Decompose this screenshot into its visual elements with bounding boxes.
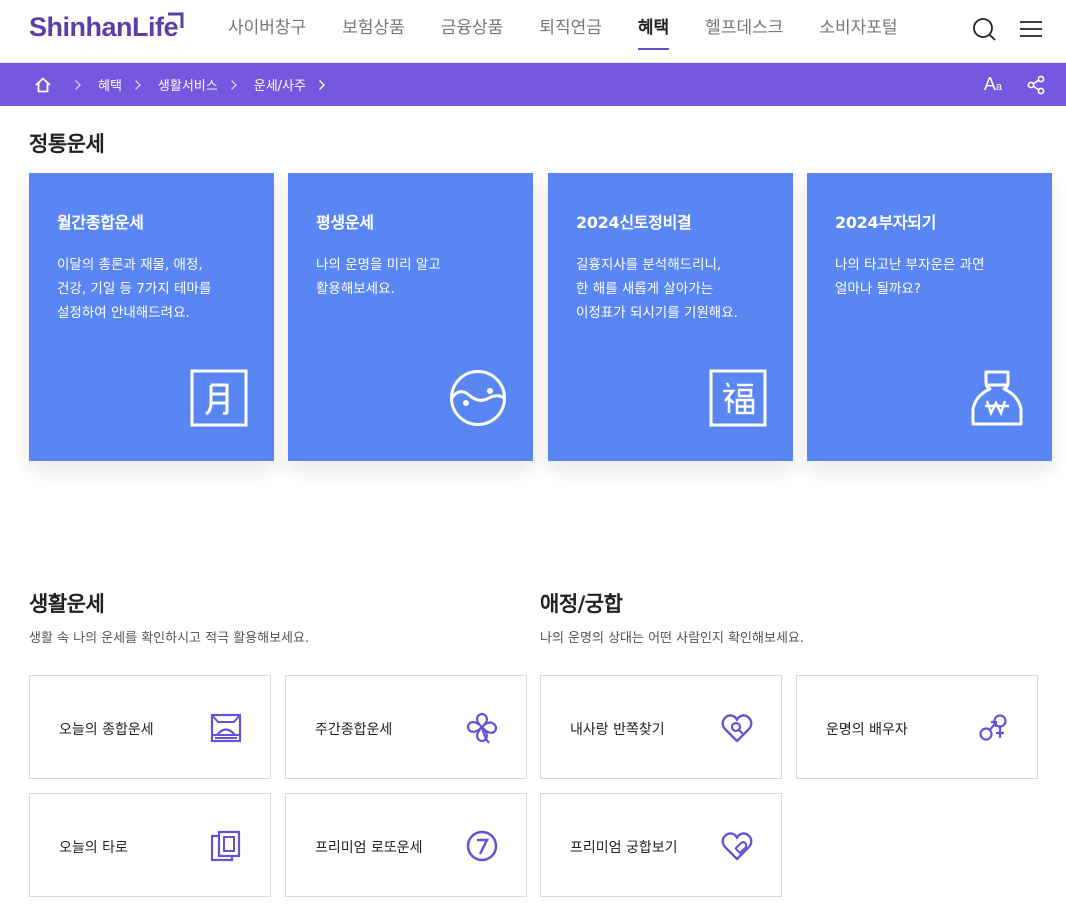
tile-destined-spouse[interactable]: 운명의 배우자 — [796, 675, 1038, 779]
nav-item-finance[interactable]: 금융상품 — [441, 0, 504, 63]
section-title-love: 애정/궁합 — [540, 592, 623, 616]
logo[interactable]: ShinhanLife — [29, 12, 179, 43]
site-header: ShinhanLife 사이버창구 보험상품 금융상품 퇴직연금 혜택 헬프데스… — [0, 0, 1066, 63]
section-title-life: 생활운세 — [29, 592, 105, 616]
breadcrumb-item-fortune[interactable]: 운세/사주 — [254, 75, 306, 94]
tile-premium-lotto[interactable]: 프리미엄 로또운세 — [285, 793, 527, 897]
tile-label: 오늘의 타로 — [59, 840, 128, 856]
money-bag-icon — [971, 370, 1023, 426]
card-title: 2024신토정비결 — [576, 213, 692, 232]
tile-today-tarot[interactable]: 오늘의 타로 — [29, 793, 271, 897]
card-title: 2024부자되기 — [835, 213, 937, 232]
tile-label: 프리미엄 궁합보기 — [570, 840, 678, 856]
nav-item-consumer-portal[interactable]: 소비자포털 — [819, 0, 897, 63]
fortune-character-icon — [709, 369, 767, 427]
section-title-traditional: 정통운세 — [29, 132, 105, 156]
search-icon[interactable] — [971, 16, 997, 42]
tile-weekly-fortune[interactable]: 주간종합운세 — [285, 675, 527, 779]
gender-symbol-icon — [979, 714, 1007, 741]
tile-find-other-half[interactable]: 내사랑 반쪽찾기 — [540, 675, 782, 779]
moon-character-icon — [190, 369, 248, 427]
nav-item-helpdesk[interactable]: 헬프데스크 — [705, 0, 783, 63]
font-size-button[interactable]: Aa — [984, 74, 1002, 95]
tile-label: 주간종합운세 — [315, 722, 393, 738]
chevron-right-icon — [75, 79, 81, 90]
card-lifetime-fortune[interactable]: 평생운세 나의 운명을 미리 알고 활용해보세요. — [288, 173, 533, 461]
tile-today-fortune[interactable]: 오늘의 종합운세 — [29, 675, 271, 779]
breadcrumb-item-life-service[interactable]: 생활서비스 — [158, 75, 218, 94]
lotto-ball-icon — [466, 830, 498, 862]
font-size-label-small: a — [995, 81, 1002, 93]
section-desc-life: 생활 속 나의 운세를 확인하시고 적극 활용해보세요. — [29, 631, 310, 646]
chevron-right-icon — [230, 79, 237, 90]
chevron-right-icon[interactable] — [316, 79, 328, 91]
heart-search-icon — [721, 714, 753, 743]
tile-label: 프리미엄 로또운세 — [315, 840, 423, 856]
card-title: 월간종합운세 — [57, 213, 144, 232]
card-monthly-fortune[interactable]: 월간종합운세 이달의 총론과 재물, 애정, 건강, 기일 등 7가지 테마를 … — [29, 173, 274, 461]
nav-item-pension[interactable]: 퇴직연금 — [539, 0, 602, 63]
nav-item-benefits[interactable]: 혜택 — [637, 0, 670, 63]
heart-check-icon — [721, 832, 753, 861]
card-desc: 나의 타고난 부자운은 과연 얼마나 될까요? — [835, 257, 985, 297]
breadcrumb-item-benefits[interactable]: 혜택 — [98, 75, 122, 94]
tile-label: 운명의 배우자 — [826, 722, 908, 738]
page-tools: Aa — [984, 63, 1046, 106]
tile-label: 오늘의 종합운세 — [59, 722, 154, 738]
nav-item-cyber-counter[interactable]: 사이버창구 — [228, 0, 306, 63]
tile-premium-compatibility[interactable]: 프리미엄 궁합보기 — [540, 793, 782, 897]
breadcrumb: 혜택 생활서비스 운세/사주 — [34, 63, 342, 106]
font-size-label: A — [983, 74, 996, 94]
card-get-rich[interactable]: 2024부자되기 나의 타고난 부자운은 과연 얼마나 될까요? — [807, 173, 1052, 461]
yin-yang-icon — [450, 370, 506, 426]
nav-item-insurance[interactable]: 보험상품 — [342, 0, 405, 63]
home-icon[interactable] — [34, 76, 52, 94]
breadcrumb-bar: 혜택 생활서비스 운세/사주 Aa — [0, 63, 1066, 106]
chevron-right-icon — [134, 79, 141, 90]
logo-mark-icon — [168, 12, 184, 28]
card-tojeong-secret[interactable]: 2024신토정비결 길흉지사를 분석해드리니, 한 해를 새롭게 살아가는 이정… — [548, 173, 793, 461]
section-desc-love: 나의 운명의 상대는 어떤 사람인지 확인해보세요. — [540, 631, 804, 646]
global-nav: 사이버창구 보험상품 금융상품 퇴직연금 혜택 헬프데스크 소비자포털 — [228, 0, 934, 63]
card-desc: 길흉지사를 분석해드리니, 한 해를 새롭게 살아가는 이정표가 되시기를 기원… — [576, 257, 738, 321]
card-desc: 나의 운명을 미리 알고 활용해보세요. — [316, 257, 441, 297]
tile-label: 내사랑 반쪽찾기 — [570, 722, 665, 738]
clover-icon — [466, 712, 498, 744]
menu-icon[interactable] — [1018, 16, 1044, 42]
sunrise-icon — [210, 713, 242, 743]
share-icon[interactable] — [1026, 75, 1046, 95]
tarot-cards-icon — [210, 830, 241, 862]
card-desc: 이달의 총론과 재물, 애정, 건강, 기일 등 7가지 테마를 설정하여 안내… — [57, 257, 212, 321]
card-title: 평생운세 — [316, 213, 374, 232]
